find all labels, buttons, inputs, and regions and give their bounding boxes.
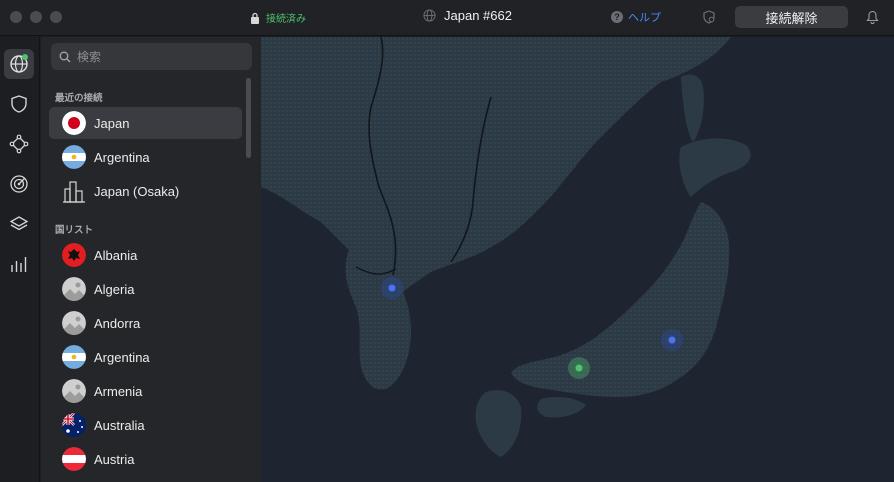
rail-specialty-servers[interactable] xyxy=(4,209,34,239)
tokyo-server-marker[interactable] xyxy=(668,336,676,344)
shikoku-landmass xyxy=(537,397,586,418)
disconnect-button[interactable]: 接続解除 xyxy=(735,6,848,28)
app-window: 接続済み Japan #662 ? ヘルプ 接続解除 検索 最近の接続 Japa… xyxy=(0,0,894,482)
layers-icon xyxy=(9,216,29,231)
recent-item-label: Japan (Osaka) xyxy=(94,183,180,199)
rail-threat-protection[interactable] xyxy=(4,89,34,119)
threat-protection-icon[interactable] xyxy=(702,10,716,24)
shield-icon xyxy=(11,95,27,113)
connection-status-text: 接続済み xyxy=(266,14,306,25)
rail-meshnet[interactable] xyxy=(4,129,34,159)
country-item-austria[interactable]: Austria xyxy=(49,443,242,475)
lock-icon xyxy=(251,12,259,24)
target-icon xyxy=(10,175,28,193)
australia-flag-icon xyxy=(62,413,86,437)
world-map[interactable] xyxy=(261,37,894,482)
sakhalin-landmass xyxy=(681,74,704,142)
country-item-label: Austria xyxy=(94,451,135,467)
country-list-scrollbar[interactable] xyxy=(246,78,251,158)
minimize-window-button[interactable] xyxy=(30,11,42,23)
globe-small-icon xyxy=(423,9,436,22)
close-window-button[interactable] xyxy=(10,11,22,23)
country-item-armenia[interactable]: Armenia xyxy=(49,375,242,407)
country-item-albania[interactable]: Albania xyxy=(49,239,242,271)
placeholder-flag-icon xyxy=(62,311,86,335)
country-item-argentina[interactable]: Argentina xyxy=(49,341,242,373)
country-item-australia[interactable]: Australia xyxy=(49,409,242,441)
albania-flag-icon xyxy=(62,243,86,267)
rail-dark-web-monitor[interactable] xyxy=(4,169,34,199)
country-item-andorra[interactable]: Andorra xyxy=(49,307,242,339)
connected-indicator xyxy=(22,54,28,60)
recent-item-argentina[interactable]: Argentina xyxy=(49,141,242,173)
kyushu-landmass xyxy=(475,390,522,457)
country-item-label: Algeria xyxy=(94,281,135,297)
hokkaido-landmass xyxy=(679,138,751,197)
stats-icon xyxy=(11,257,27,272)
country-item-label: Armenia xyxy=(94,383,143,399)
recent-item-label: Argentina xyxy=(94,149,150,165)
japan-flag-icon xyxy=(62,111,86,135)
help-label: ヘルプ xyxy=(628,12,661,24)
recent-item-japan-osaka[interactable]: Japan (Osaka) xyxy=(49,175,242,207)
country-item-label: Albania xyxy=(94,247,138,263)
city-icon xyxy=(63,181,85,203)
search-input[interactable] xyxy=(77,49,237,64)
rail-statistics[interactable] xyxy=(4,249,34,279)
recent-connections-label: 最近の接続 xyxy=(55,93,103,104)
seoul-server-marker[interactable] xyxy=(388,284,396,292)
osaka-server-marker[interactable] xyxy=(575,364,583,372)
help-icon: ? xyxy=(611,11,623,23)
recent-item-label: Japan xyxy=(94,115,130,131)
country-panel: 最近の接続 Japan Argentina Japan (Osaka) 国リスト… xyxy=(41,37,261,482)
placeholder-flag-icon xyxy=(62,379,86,403)
recent-item-japan[interactable]: Japan xyxy=(49,107,242,139)
argentina-flag-icon xyxy=(62,145,86,169)
country-item-label: Australia xyxy=(94,417,145,433)
argentina-flag-icon xyxy=(62,345,86,369)
search-box[interactable] xyxy=(51,43,252,70)
current-server: Japan #662 xyxy=(423,8,512,23)
rail-globe[interactable] xyxy=(4,49,34,79)
country-item-algeria[interactable]: Algeria xyxy=(49,273,242,305)
austria-flag-icon xyxy=(62,447,86,471)
placeholder-flag-icon xyxy=(62,277,86,301)
map-canvas xyxy=(261,37,751,457)
server-name: Japan #662 xyxy=(444,8,512,23)
title-bar: 接続済み Japan #662 ? ヘルプ 接続解除 xyxy=(0,0,894,36)
country-list-label: 国リスト xyxy=(55,225,94,236)
help-link[interactable]: ? ヘルプ xyxy=(611,9,661,25)
country-item-label: Andorra xyxy=(94,315,141,331)
navigation-rail xyxy=(0,37,40,482)
search-icon xyxy=(59,51,71,62)
notifications-bell-icon[interactable] xyxy=(866,10,879,24)
connection-status: 接続済み xyxy=(250,10,306,25)
meshnet-icon xyxy=(9,134,29,154)
zoom-window-button[interactable] xyxy=(50,11,62,23)
country-item-label: Argentina xyxy=(94,349,150,365)
